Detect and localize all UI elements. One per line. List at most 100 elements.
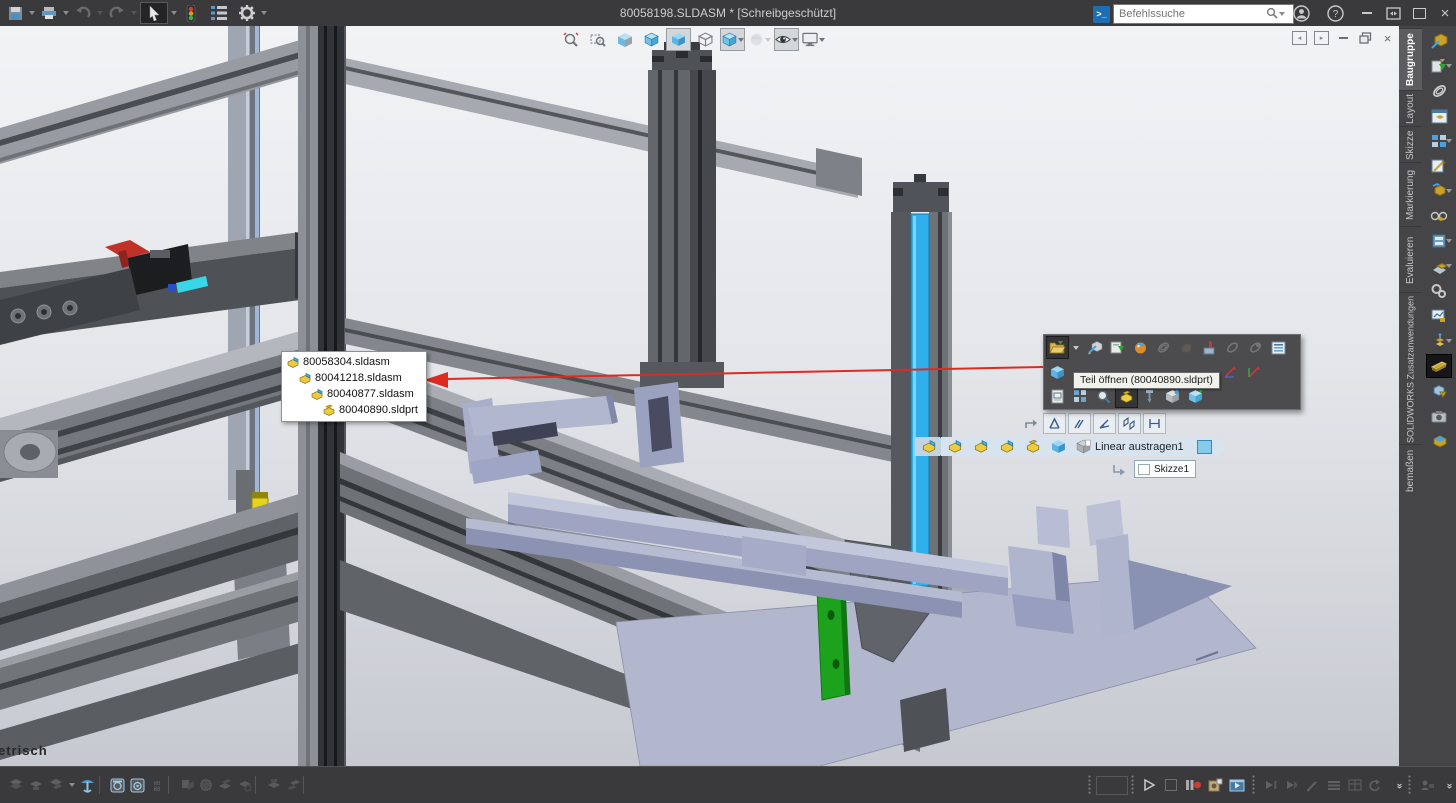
make-virtual-icon[interactable]: [1107, 337, 1128, 358]
selected-part-icon[interactable]: [1115, 385, 1138, 408]
tab-bemassen[interactable]: bemaßen: [1399, 444, 1422, 497]
options-gear-icon[interactable]: [236, 3, 258, 23]
view-settings-monitor-icon[interactable]: [801, 28, 826, 51]
tool-icon-1[interactable]: [178, 776, 196, 794]
box-tool-icon-1[interactable]: [108, 776, 126, 794]
view-cube-icon[interactable]: [1047, 362, 1068, 383]
rebuild-traffic-light-icon[interactable]: [180, 3, 202, 23]
zoom-to-fit-icon[interactable]: [558, 28, 583, 51]
magnify-selection-icon[interactable]: [1093, 386, 1114, 407]
view-orientation-cube-icon[interactable]: [639, 28, 664, 51]
box-tool-icon-2[interactable]: [128, 776, 146, 794]
breadcrumb-feature[interactable]: Linear austragen1: [1070, 437, 1194, 456]
table-icon[interactable]: [1346, 776, 1364, 794]
tab-zusatzanwendungen[interactable]: SOLIDWORKS Zusatzanwendungen: [1399, 292, 1422, 445]
tool-icon-2[interactable]: [197, 776, 215, 794]
stop-button[interactable]: [1162, 776, 1180, 794]
parallel-planes-mate-icon[interactable]: [1118, 413, 1141, 434]
undo-dropdown[interactable]: [97, 11, 103, 15]
large-design-review-icon[interactable]: [1427, 430, 1451, 452]
filter-icon-1[interactable]: [6, 776, 24, 794]
zoom-to-area-icon[interactable]: [585, 28, 610, 51]
assembly-features-icon[interactable]: [1427, 230, 1452, 252]
select-arrow-icon[interactable]: [140, 2, 168, 24]
user-account-icon[interactable]: [1288, 2, 1314, 24]
record-button[interactable]: [1184, 776, 1202, 794]
undo-icon[interactable]: [72, 3, 94, 23]
attach-icon[interactable]: [1245, 337, 1266, 358]
options-dropdown[interactable]: [261, 11, 267, 15]
angle-mate-icon[interactable]: [1093, 413, 1116, 434]
open-part-icon[interactable]: [1046, 336, 1069, 359]
smart-fasteners-icon[interactable]: [1427, 155, 1451, 177]
width-mate-icon[interactable]: [1143, 413, 1166, 434]
hierarchy-item-part[interactable]: 80040890.sldprt: [282, 402, 426, 418]
redo-dropdown[interactable]: [131, 11, 137, 15]
sketch-button[interactable]: Skizze1: [1134, 460, 1197, 478]
drag-handle[interactable]: ● ● ● ● ●: [1088, 775, 1092, 796]
selected-part-80040890[interactable]: [910, 213, 930, 587]
key-icon-1[interactable]: [1262, 776, 1280, 794]
selection-anchor-icon[interactable]: [78, 776, 96, 794]
tab-evaluieren[interactable]: Evaluieren: [1399, 226, 1422, 293]
grid-88-icon[interactable]: 88 88: [148, 776, 166, 794]
arrange-windows-icon[interactable]: [1380, 2, 1406, 24]
display-style-wireframe-icon[interactable]: [693, 28, 718, 51]
mate-icon[interactable]: [1427, 80, 1451, 102]
close-icon[interactable]: ×: [1432, 2, 1456, 24]
filter-icon-2[interactable]: [26, 776, 44, 794]
pin-icon[interactable]: [1139, 386, 1160, 407]
mate-icon[interactable]: [1153, 337, 1174, 358]
show-hidden-components-icon[interactable]: [1427, 205, 1451, 227]
list-selection-icon[interactable]: [1268, 337, 1289, 358]
interference-detection-icon[interactable]: !: [1427, 380, 1451, 402]
help-icon[interactable]: ?: [1322, 2, 1348, 24]
redo-icon[interactable]: [106, 3, 128, 23]
pane-right-icon[interactable]: ▸: [1314, 31, 1329, 45]
edit-component-icon[interactable]: [1427, 30, 1451, 52]
3d-viewport[interactable]: ◂ ▸ × 80058304.sldasm 80041218.sldasm 80…: [0, 26, 1399, 766]
tab-layout[interactable]: Layout: [1399, 90, 1422, 127]
search-dropdown[interactable]: [1279, 12, 1285, 16]
frame-post-center[interactable]: [640, 42, 724, 388]
breadcrumb-sketch-plane[interactable]: [1188, 437, 1226, 456]
move-component-icon[interactable]: [1427, 180, 1452, 202]
tool-icon-5[interactable]: [264, 776, 282, 794]
view-orientation-dropdown-icon[interactable]: [720, 28, 745, 51]
hierarchy-item-assembly[interactable]: 80041218.sldasm: [282, 370, 426, 386]
tool-icon-3[interactable]: [216, 776, 234, 794]
component-pattern-icon[interactable]: [1070, 386, 1091, 407]
collaborate-icon[interactable]: [1418, 776, 1436, 794]
green-bracket-part[interactable]: [816, 584, 851, 701]
insert-component-icon[interactable]: [1427, 55, 1452, 77]
section-view-icon[interactable]: [612, 28, 637, 51]
filter-icon-3[interactable]: [46, 776, 64, 794]
edit-appearance-icon[interactable]: [747, 28, 772, 51]
reference-geometry-icon[interactable]: [1427, 255, 1452, 277]
exploded-view-icon[interactable]: [1427, 330, 1452, 352]
fix-icon[interactable]: [1176, 337, 1197, 358]
save-icon[interactable]: [4, 3, 26, 23]
maximize-icon[interactable]: [1406, 2, 1432, 24]
coincident-mate-icon[interactable]: [1043, 413, 1066, 434]
display-settings-list-icon[interactable]: [208, 3, 230, 23]
belt-chain-icon[interactable]: [1427, 280, 1451, 302]
save-animation-icon[interactable]: [1206, 776, 1224, 794]
lines-icon[interactable]: [1325, 776, 1343, 794]
video-settings-icon[interactable]: [1228, 776, 1246, 794]
suppress-icon[interactable]: [1222, 337, 1243, 358]
key-icon-2[interactable]: [1283, 776, 1301, 794]
appearance-icon[interactable]: [1130, 337, 1151, 358]
tab-markierung[interactable]: Markierung: [1399, 162, 1422, 227]
hierarchy-item-assembly[interactable]: 80040877.sldasm: [282, 386, 426, 402]
minimize-icon[interactable]: [1354, 2, 1380, 24]
expand-chevron-icon[interactable]: »: [1390, 776, 1408, 794]
take-snapshot-icon[interactable]: [1427, 405, 1451, 427]
linear-pattern-icon[interactable]: [1427, 130, 1452, 152]
open-drawing-icon[interactable]: [1047, 386, 1068, 407]
open-part-dropdown[interactable]: [1073, 345, 1079, 350]
filter-dropdown[interactable]: [69, 783, 75, 787]
tool-icon-4[interactable]: [235, 776, 253, 794]
axis-icon-2[interactable]: [1243, 362, 1264, 383]
expand-arrow-icon[interactable]: [1024, 418, 1038, 430]
